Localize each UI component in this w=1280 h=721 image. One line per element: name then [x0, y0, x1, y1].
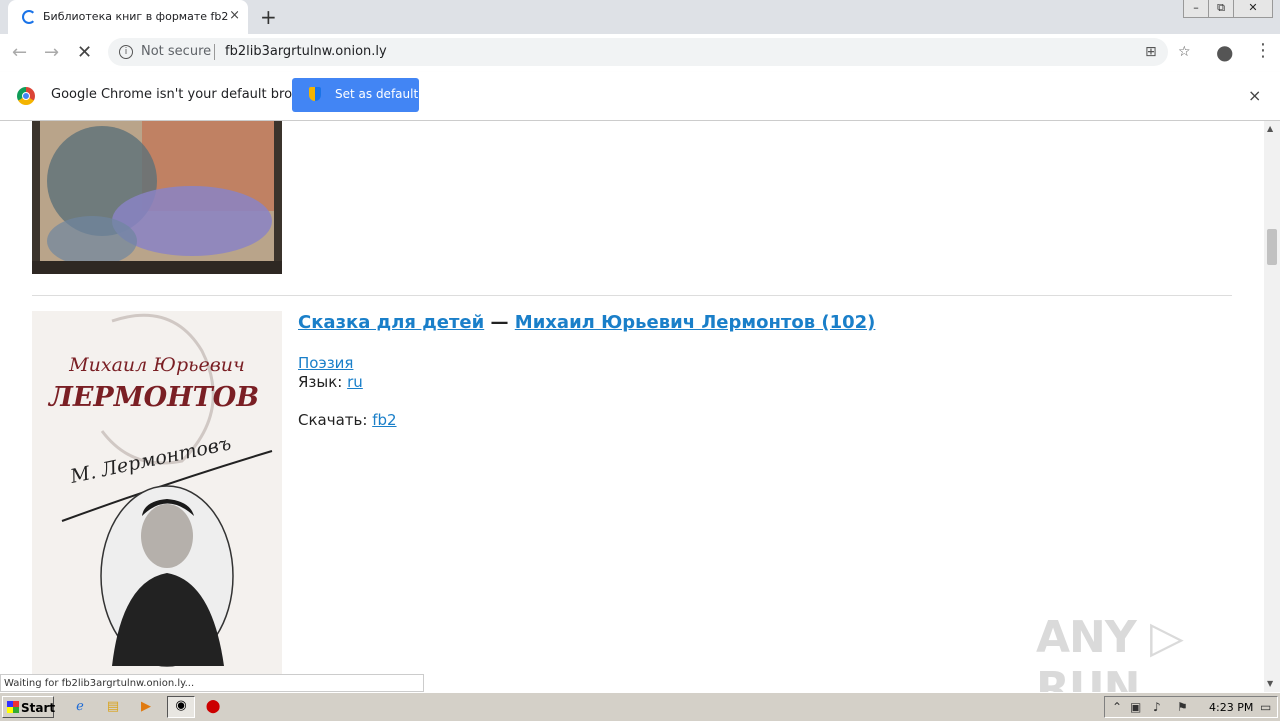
- scroll-thumb[interactable]: [1267, 229, 1277, 265]
- infobar-close-icon[interactable]: ×: [1248, 86, 1261, 105]
- page-viewport: Михаил Юрьевич ЛЕРМОНТОВ М. Лермонтовъ С…: [0, 121, 1264, 692]
- set-as-default-label: Set as default: [335, 87, 419, 101]
- system-tray: ⌃ ▣ ♪ ⚑ 4:23 PM ▭: [1104, 696, 1278, 718]
- start-button[interactable]: Start: [2, 696, 56, 718]
- network-icon[interactable]: ▣: [1130, 700, 1141, 714]
- previous-book-cover-image[interactable]: [32, 121, 282, 274]
- genre-row: Поэзия: [298, 354, 353, 372]
- bookmark-star-icon[interactable]: ☆: [1178, 44, 1191, 60]
- url-text[interactable]: fb2lib3argrtulnw.onion.ly: [225, 44, 387, 59]
- tab-close-icon[interactable]: ×: [229, 8, 240, 23]
- cover-author-first: Михаил Юрьевич: [68, 354, 245, 376]
- shield-icon: [309, 87, 321, 101]
- download-label: Скачать:: [298, 411, 373, 429]
- book-author-link[interactable]: Михаил Юрьевич Лермонтов (102): [515, 312, 876, 333]
- file-explorer-icon[interactable]: ▤: [104, 698, 122, 716]
- language-link[interactable]: ru: [347, 373, 363, 391]
- book-title-link[interactable]: Сказка для детей: [298, 312, 484, 333]
- download-row: Скачать: fb2: [298, 411, 397, 429]
- action-center-flag-icon[interactable]: ⚑: [1177, 700, 1188, 714]
- browser-tab[interactable]: Библиотека книг в формате fb2 ×: [8, 0, 248, 34]
- divider: [32, 295, 1232, 296]
- browser-tab-strip: Библиотека книг в формате fb2 × + – ⧉ ✕: [0, 0, 1280, 34]
- profile-icon[interactable]: ●: [1216, 40, 1233, 64]
- infobar-message: Google Chrome isn't your default browser: [51, 87, 323, 102]
- close-window-button[interactable]: ✕: [1233, 0, 1273, 18]
- language-label: Язык:: [298, 373, 348, 391]
- scroll-down-arrow-icon[interactable]: ▼: [1267, 679, 1273, 688]
- browser-toolbar: ← → ✕ i Not secure fb2lib3argrtulnw.onio…: [0, 34, 1280, 73]
- info-icon[interactable]: i: [119, 45, 133, 59]
- genre-link[interactable]: Поэзия: [298, 354, 353, 372]
- tab-title: Библиотека книг в формате fb2: [43, 10, 229, 23]
- windows-taskbar: Start ℯ ▤ ▶ ◉ ⬤ ⌃ ▣ ♪ ⚑ 4:23 PM ▭: [0, 692, 1280, 721]
- minimize-button[interactable]: –: [1183, 0, 1209, 18]
- stop-loading-icon[interactable]: ✕: [77, 42, 92, 63]
- translate-icon[interactable]: ⊞: [1145, 44, 1157, 60]
- book-cover-image[interactable]: Михаил Юрьевич ЛЕРМОНТОВ М. Лермонтовъ: [32, 311, 282, 692]
- page-scrollbar[interactable]: ▲ ▼: [1264, 121, 1280, 692]
- new-tab-button[interactable]: +: [260, 5, 277, 29]
- tray-expand-icon[interactable]: ⌃: [1112, 700, 1122, 714]
- scroll-up-arrow-icon[interactable]: ▲: [1267, 124, 1273, 133]
- volume-icon[interactable]: ♪: [1153, 700, 1161, 714]
- media-player-icon[interactable]: ▶: [137, 698, 155, 716]
- chrome-taskbar-icon[interactable]: ◉: [167, 696, 195, 718]
- loading-spinner-icon: [22, 10, 36, 24]
- clock[interactable]: 4:23 PM: [1209, 701, 1253, 714]
- language-row: Язык: ru: [298, 373, 363, 391]
- download-fb2-link[interactable]: fb2: [372, 411, 396, 429]
- status-bubble: Waiting for fb2lib3argrtulnw.onion.ly...: [0, 674, 424, 692]
- title-dash: —: [490, 312, 509, 333]
- back-arrow-icon[interactable]: ←: [12, 42, 27, 63]
- book-heading: Сказка для детей — Михаил Юрьевич Лермон…: [298, 312, 875, 333]
- antivirus-alert-icon[interactable]: ⬤: [204, 698, 222, 716]
- address-bar[interactable]: i Not secure fb2lib3argrtulnw.onion.ly ⊞…: [108, 38, 1191, 66]
- internet-explorer-icon[interactable]: ℯ: [71, 698, 89, 716]
- forward-arrow-icon[interactable]: →: [44, 42, 59, 63]
- show-desktop-icon[interactable]: ▭: [1260, 700, 1271, 714]
- restore-button[interactable]: ⧉: [1208, 0, 1234, 18]
- windows-logo-icon: [7, 701, 19, 713]
- not-secure-label[interactable]: Not secure: [141, 44, 211, 59]
- omnibox-separator: [214, 44, 215, 60]
- start-label: Start: [21, 701, 56, 715]
- cover-author-last: ЛЕРМОНТОВ: [47, 382, 259, 413]
- default-browser-infobar: Google Chrome isn't your default browser…: [0, 72, 1280, 121]
- chrome-logo-icon: [17, 87, 35, 105]
- set-as-default-button[interactable]: Set as default: [292, 78, 419, 112]
- menu-kebab-icon[interactable]: ⋮: [1254, 40, 1272, 61]
